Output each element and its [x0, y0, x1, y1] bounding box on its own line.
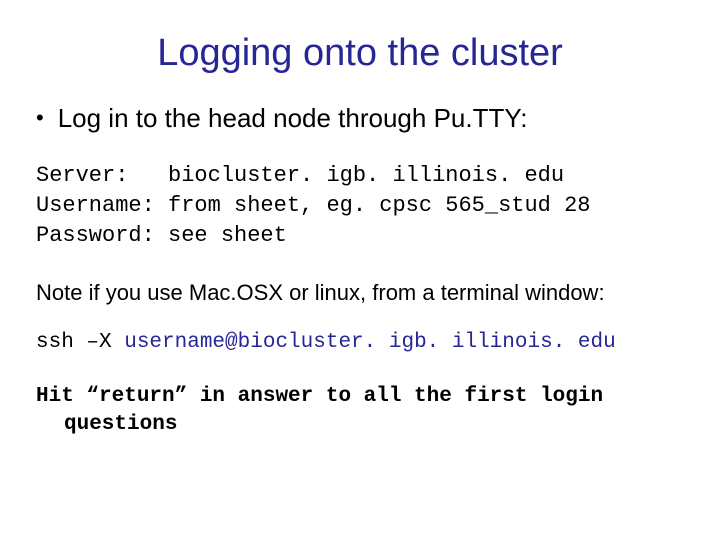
credentials-block: Server: biocluster. igb. illinois. edu U…: [36, 161, 684, 251]
bullet-item: • Log in to the head node through Pu.TTY…: [36, 103, 684, 133]
slide-title: Logging onto the cluster: [36, 32, 684, 75]
osx-note: Note if you use Mac.OSX or linux, from a…: [36, 279, 684, 307]
server-line: Server: biocluster. igb. illinois. edu: [36, 163, 564, 188]
bullet-dot-icon: •: [36, 103, 44, 133]
ssh-command: ssh –X username@biocluster. igb. illinoi…: [36, 329, 684, 357]
ssh-target-part: username@biocluster. igb. illinois. edu: [124, 331, 615, 354]
password-line: Password: see sheet: [36, 223, 287, 248]
slide: Logging onto the cluster • Log in to the…: [0, 0, 720, 540]
final-instruction: Hit “return” in answer to all the first …: [64, 383, 684, 439]
ssh-cmd-part: ssh –X: [36, 331, 124, 354]
bullet-text: Log in to the head node through Pu.TTY:: [58, 103, 528, 133]
username-line: Username: from sheet, eg. cpsc 565_stud …: [36, 193, 591, 218]
